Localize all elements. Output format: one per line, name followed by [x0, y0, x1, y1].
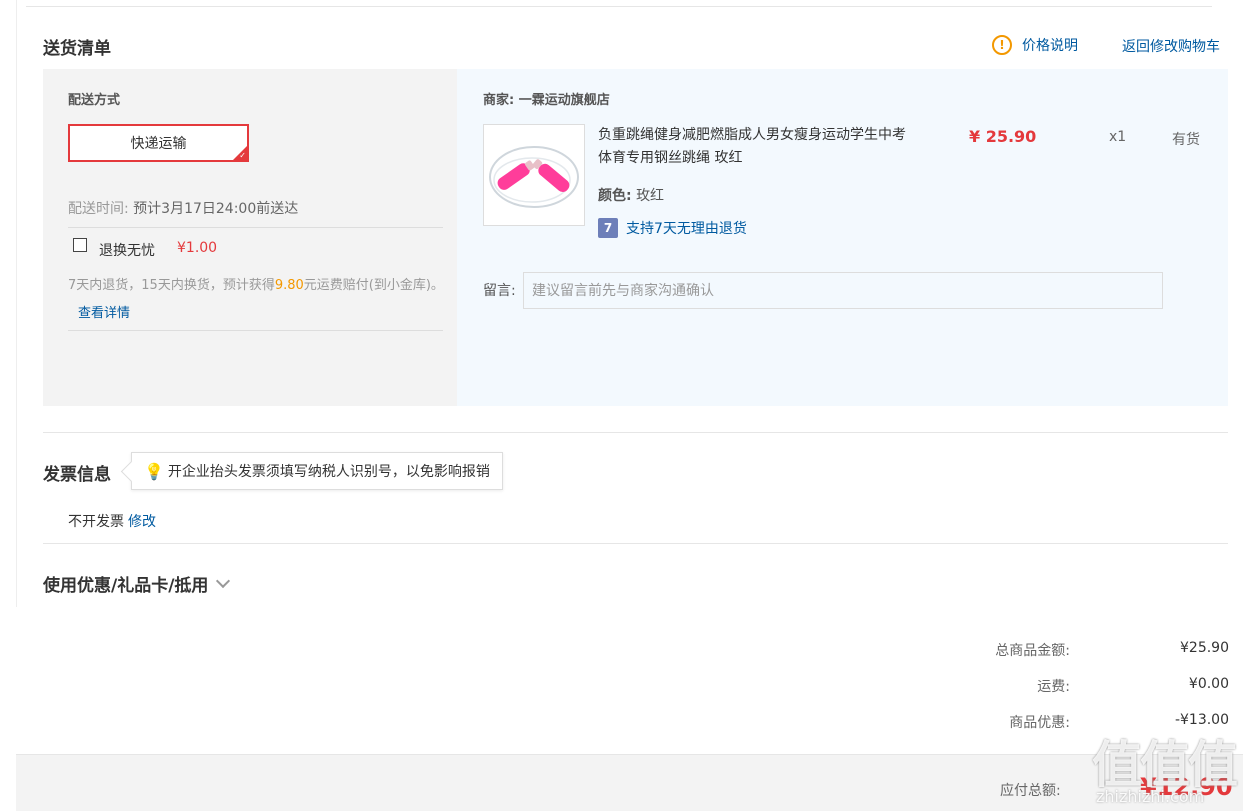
- delivery-method-label: 配送方式: [68, 93, 121, 108]
- delivery-panel: [43, 69, 457, 406]
- freight-row: 运费: ¥0.00: [900, 676, 1229, 696]
- invoice-status: 不开发票 修改: [68, 511, 156, 531]
- coupon-title-label: 使用优惠/礼品卡/抵用: [43, 576, 209, 596]
- freight-value: ¥0.00: [1188, 676, 1229, 692]
- seven-day-return-label: 支持7天无理由退货: [626, 221, 747, 237]
- merchant-label: 商家:: [483, 93, 515, 108]
- product-color-label: 颜色:: [598, 188, 632, 204]
- return-insurance-checkbox[interactable]: [73, 238, 87, 252]
- seven-day-return-icon: 7: [598, 218, 618, 238]
- product-color-value: 玫红: [636, 188, 665, 204]
- product-price: ¥ 25.90: [969, 127, 1037, 146]
- return-insurance-price: ¥1.00: [177, 240, 218, 256]
- product-quantity: x1: [1109, 129, 1127, 145]
- goods-total-value: ¥25.90: [1180, 640, 1229, 656]
- discount-label: 商品优惠:: [1009, 715, 1070, 731]
- discount-value: -¥13.00: [1174, 712, 1229, 728]
- divider: [43, 432, 1228, 433]
- chevron-down-icon: [216, 573, 231, 588]
- return-insurance-label: 退换无忧: [99, 243, 155, 259]
- product-name[interactable]: 负重跳绳健身减肥燃脂成人男女瘦身运动学生中考体育专用钢丝跳绳 玫红: [598, 124, 918, 170]
- remark-input[interactable]: [523, 272, 1163, 309]
- goods-total-label: 总商品金额:: [995, 643, 1070, 659]
- delivery-time-label: 配送时间:: [68, 201, 129, 217]
- invoice-tooltip: 💡 开企业抬头发票须填写纳税人识别号，以免影响报销: [131, 452, 503, 490]
- remark-label: 留言:: [483, 283, 516, 299]
- invoice-value: 不开发票: [68, 514, 124, 530]
- top-divider: [26, 6, 1212, 7]
- return-desc-amount: 9.80: [274, 278, 304, 293]
- view-details-link[interactable]: 查看详情: [78, 306, 130, 321]
- express-delivery-label: 快递运输: [130, 136, 187, 152]
- payable-value: ¥12.90: [1140, 773, 1233, 801]
- price-note-link[interactable]: ! 价格说明: [992, 35, 1078, 55]
- coupon-toggle[interactable]: 使用优惠/礼品卡/抵用: [43, 571, 231, 596]
- product-image[interactable]: [483, 124, 585, 226]
- product-color: 颜色: 玫红: [598, 185, 664, 205]
- divider: [43, 543, 1228, 544]
- divider: [68, 330, 443, 331]
- goods-total-row: 总商品金额: ¥25.90: [900, 640, 1229, 660]
- invoice-title: 发票信息: [43, 465, 111, 485]
- check-icon: ✓: [239, 151, 246, 160]
- goods-panel: [457, 69, 1228, 406]
- return-desc-prefix: 7天内退货，15天内换货，预计获得: [68, 278, 275, 293]
- return-desc-suffix: 元运费赔付(到小金库)。: [303, 278, 444, 293]
- delivery-time: 配送时间: 预计3月17日24:00前送达: [68, 198, 298, 218]
- delivery-time-value: 预计3月17日24:00前送达: [133, 201, 299, 217]
- invoice-tip-text: 开企业抬头发票须填写纳税人识别号，以免影响报销: [167, 464, 490, 480]
- lightbulb-icon: 💡: [144, 461, 164, 481]
- freight-label: 运费:: [1037, 679, 1070, 695]
- shipping-list-title: 送货清单: [43, 39, 111, 59]
- jump-rope-image: [489, 146, 579, 208]
- express-delivery-option[interactable]: 快递运输 ✓: [68, 124, 249, 162]
- return-insurance-description: 7天内退货，15天内换货，预计获得9.80元运费赔付(到小金库)。 查看详情: [68, 272, 448, 328]
- price-note-label[interactable]: 价格说明: [1022, 35, 1078, 55]
- back-to-cart-link[interactable]: 返回修改购物车: [1122, 36, 1220, 56]
- edit-invoice-link[interactable]: 修改: [128, 514, 156, 530]
- warning-icon: !: [992, 35, 1012, 55]
- merchant-name: 一霖运动旗舰店: [518, 93, 610, 108]
- seven-day-return-badge: 7 支持7天无理由退货: [598, 218, 747, 238]
- product-stock-status: 有货: [1172, 132, 1200, 148]
- payable-label: 应付总额:: [1000, 783, 1061, 799]
- merchant-info: 商家: 一霖运动旗舰店: [483, 89, 610, 108]
- discount-row: 商品优惠: -¥13.00: [900, 712, 1229, 732]
- divider: [68, 227, 443, 228]
